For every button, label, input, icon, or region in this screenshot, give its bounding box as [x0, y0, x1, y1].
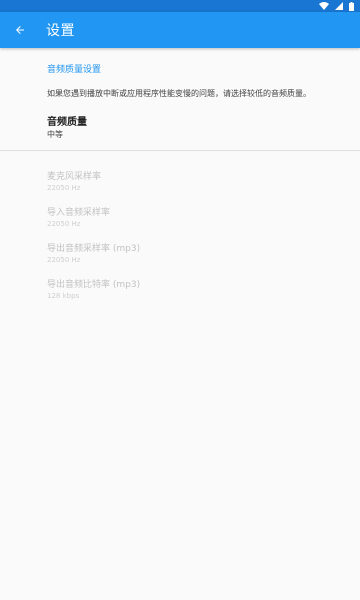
app-bar: 设置: [0, 12, 360, 48]
back-button[interactable]: [0, 12, 40, 48]
export-sample-rate-preference: 导出音频采样率 (mp3) 22050 Hz: [0, 235, 360, 271]
section-description: 如果您遇到播放中断或应用程序性能变慢的问题，请选择较低的音频质量。: [47, 89, 311, 98]
back-arrow-icon: [16, 26, 24, 34]
status-bar: [0, 0, 360, 12]
wifi-icon: [319, 2, 329, 10]
pref-value: 22050 Hz: [47, 220, 81, 228]
pref-title: 导入音频采样率: [47, 208, 111, 218]
audio-quality-value: 中等: [47, 130, 63, 139]
page-title: 设置: [46, 23, 75, 39]
pref-title: 导出音频比特率 (mp3): [47, 280, 141, 290]
export-bitrate-preference: 导出音频比特率 (mp3) 128 kbps: [0, 271, 360, 307]
settings-list: 音频质量设置 如果您遇到播放中断或应用程序性能变慢的问题，请选择较低的音频质量。…: [0, 48, 360, 307]
pref-value: 22050 Hz: [47, 184, 81, 192]
pref-title: 麦克风采样率: [47, 172, 102, 182]
pref-value: 128 kbps: [47, 292, 80, 300]
import-sample-rate-preference: 导入音频采样率 22050 Hz: [0, 199, 360, 235]
section-header: 音频质量设置: [47, 65, 102, 75]
audio-quality-preference[interactable]: 音频质量 中等: [0, 100, 360, 141]
battery-icon: [349, 1, 354, 11]
disabled-preferences: 麦克风采样率 22050 Hz 导入音频采样率 22050 Hz 导出音频采样率…: [0, 151, 360, 307]
signal-icon: [335, 2, 343, 10]
audio-quality-title: 音频质量: [47, 117, 87, 128]
mic-sample-rate-preference: 麦克风采样率 22050 Hz: [0, 163, 360, 199]
pref-value: 22050 Hz: [47, 256, 81, 264]
pref-title: 导出音频采样率 (mp3): [47, 244, 141, 254]
